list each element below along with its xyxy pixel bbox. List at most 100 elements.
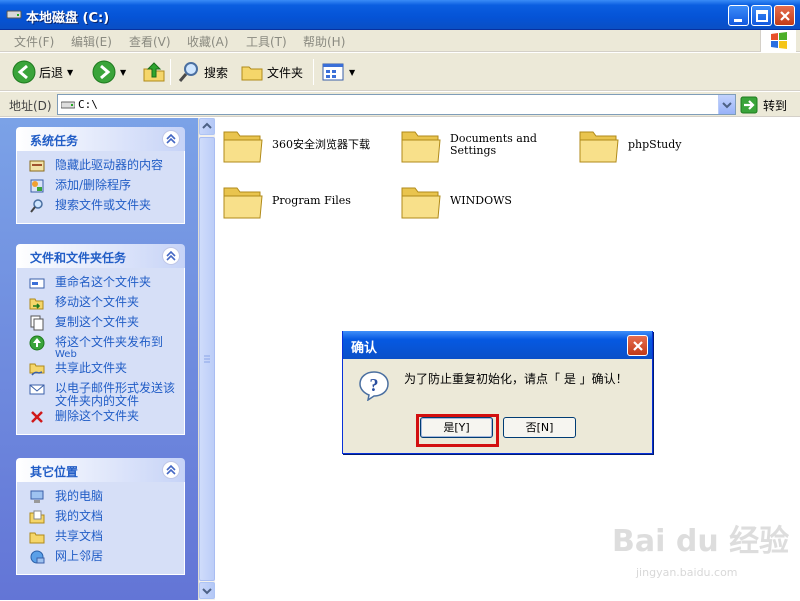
folder-item[interactable]: 360安全浏览器下载: [222, 126, 370, 164]
toolbar-separator: [170, 59, 171, 85]
task-delete-folder[interactable]: 删除这个文件夹: [17, 408, 184, 428]
address-dropdown-button[interactable]: [718, 95, 735, 114]
my-computer-icon: [30, 490, 44, 503]
up-folder-button[interactable]: [142, 57, 166, 87]
task-copy-folder[interactable]: 复制这个文件夹: [17, 314, 184, 334]
address-input[interactable]: C:\: [57, 94, 736, 115]
address-value: C:\: [78, 98, 98, 111]
task-move-folder[interactable]: 移动这个文件夹: [17, 294, 184, 314]
window-titlebar: 本地磁盘 (C:): [0, 0, 800, 30]
question-icon: ?: [359, 371, 389, 401]
my-documents-icon: [29, 510, 45, 524]
system-tasks-header[interactable]: 系统任务: [16, 127, 185, 151]
up-folder-icon: [143, 62, 165, 82]
task-email-folder[interactable]: 以电子邮件形式发送该文件夹内的文件: [17, 380, 184, 408]
folder-icon: [401, 187, 441, 219]
task-rename-folder[interactable]: 重命名这个文件夹: [17, 274, 184, 294]
highlight-box: [416, 414, 499, 447]
address-label: 地址(D): [9, 99, 52, 113]
task-publish-to-web[interactable]: 将这个文件夹发布到 Web: [17, 334, 184, 360]
file-folder-tasks-panel: 文件和文件夹任务 重命名这个文件夹 移动这个文件夹 复制这个文件夹 将这个文件夹…: [16, 244, 185, 435]
file-folder-tasks-header[interactable]: 文件和文件夹任务: [16, 244, 185, 268]
collapse-chevron-icon[interactable]: [162, 461, 180, 479]
menu-favorites[interactable]: 收藏(A): [187, 33, 229, 50]
minimize-icon: [734, 19, 742, 22]
folder-item[interactable]: Program Files: [222, 182, 351, 220]
grip-icon: [204, 355, 210, 363]
folder-item[interactable]: Documents and Settings: [400, 126, 537, 164]
views-button[interactable]: ▼: [321, 57, 355, 87]
menu-file[interactable]: 文件(F): [14, 33, 54, 50]
window-title: 本地磁盘 (C:): [26, 11, 110, 26]
folder-icon: [223, 131, 263, 163]
share-folder-icon: [29, 363, 45, 376]
publish-web-icon: [29, 335, 45, 351]
chevron-up-icon: [202, 122, 212, 129]
forward-button[interactable]: ▼: [92, 57, 126, 87]
baidu-watermark: Bai du 经验: [612, 524, 790, 559]
close-button[interactable]: [774, 5, 795, 26]
place-my-documents[interactable]: 我的文档: [17, 508, 184, 528]
scroll-down-button[interactable]: [199, 582, 215, 599]
go-button[interactable]: 转到: [740, 95, 787, 115]
dialog-title: 确认: [351, 341, 378, 356]
maximize-button[interactable]: [751, 5, 772, 26]
scroll-up-button[interactable]: [199, 118, 215, 135]
svg-text:?: ?: [370, 375, 379, 395]
task-add-remove-programs[interactable]: 添加/删除程序: [17, 177, 184, 197]
menu-view[interactable]: 查看(V): [129, 33, 171, 50]
other-places-panel: 其它位置 我的电脑 我的文档 共享文档 网上邻居: [16, 458, 185, 575]
menu-help[interactable]: 帮助(H): [303, 33, 345, 50]
menu-tools[interactable]: 工具(T): [246, 33, 287, 50]
task-hide-drive-contents[interactable]: 隐藏此驱动器的内容: [17, 157, 184, 177]
hide-contents-icon: [29, 160, 45, 172]
close-icon: [633, 341, 643, 351]
chevron-down-icon[interactable]: ▼: [67, 68, 73, 77]
chevron-down-icon[interactable]: ▼: [120, 68, 126, 77]
maximize-icon: [756, 10, 768, 22]
folder-icon: [579, 131, 619, 163]
task-search-files[interactable]: 搜索文件或文件夹: [17, 197, 184, 217]
menu-bar: 文件(F) 编辑(E) 查看(V) 收藏(A) 工具(T) 帮助(H): [0, 30, 800, 52]
search-button[interactable]: 搜索: [177, 57, 228, 87]
add-remove-programs-icon: [30, 179, 44, 193]
forward-arrow-icon: [92, 60, 116, 84]
address-bar: 地址(D) C:\ 转到: [0, 92, 800, 117]
drive-icon: [61, 101, 75, 109]
folders-button[interactable]: 文件夹: [240, 57, 303, 87]
collapse-chevron-icon[interactable]: [162, 247, 180, 265]
menu-edit[interactable]: 编辑(E): [71, 33, 112, 50]
views-icon: [322, 63, 344, 81]
task-pane: 系统任务 隐藏此驱动器的内容 添加/删除程序 搜索文件或文件夹 文件和文件夹任务: [0, 118, 198, 600]
rename-icon: [29, 278, 45, 289]
back-arrow-icon: [12, 60, 36, 84]
dialog-close-button[interactable]: [627, 335, 648, 356]
windows-flag-icon: [771, 32, 787, 49]
chevron-down-icon[interactable]: ▼: [349, 68, 355, 77]
vertical-scrollbar[interactable]: [198, 118, 215, 600]
folder-item[interactable]: WINDOWS: [400, 182, 512, 220]
chevron-down-icon: [722, 102, 732, 109]
toolbar-separator: [313, 59, 314, 85]
shared-documents-icon: [29, 532, 45, 544]
back-button[interactable]: 后退 ▼: [12, 57, 73, 87]
no-button[interactable]: 否[N]: [503, 417, 576, 438]
dialog-titlebar: 确认: [343, 331, 652, 359]
place-network[interactable]: 网上邻居: [17, 548, 184, 568]
move-folder-icon: [29, 298, 44, 310]
search-icon: [178, 62, 198, 82]
folder-icon: [401, 131, 441, 163]
drive-icon: [6, 10, 22, 19]
scroll-thumb[interactable]: [199, 137, 215, 581]
place-shared-documents[interactable]: 共享文档: [17, 528, 184, 548]
task-share-folder[interactable]: 共享此文件夹: [17, 360, 184, 380]
folder-item[interactable]: phpStudy: [578, 126, 681, 164]
folder-icon: [241, 66, 263, 81]
place-my-computer[interactable]: 我的电脑: [17, 488, 184, 508]
go-arrow-icon: [740, 96, 758, 114]
other-places-header[interactable]: 其它位置: [16, 458, 185, 482]
minimize-button[interactable]: [728, 5, 749, 26]
collapse-chevron-icon[interactable]: [162, 130, 180, 148]
windows-logo: [760, 30, 796, 52]
folder-icon: [223, 187, 263, 219]
